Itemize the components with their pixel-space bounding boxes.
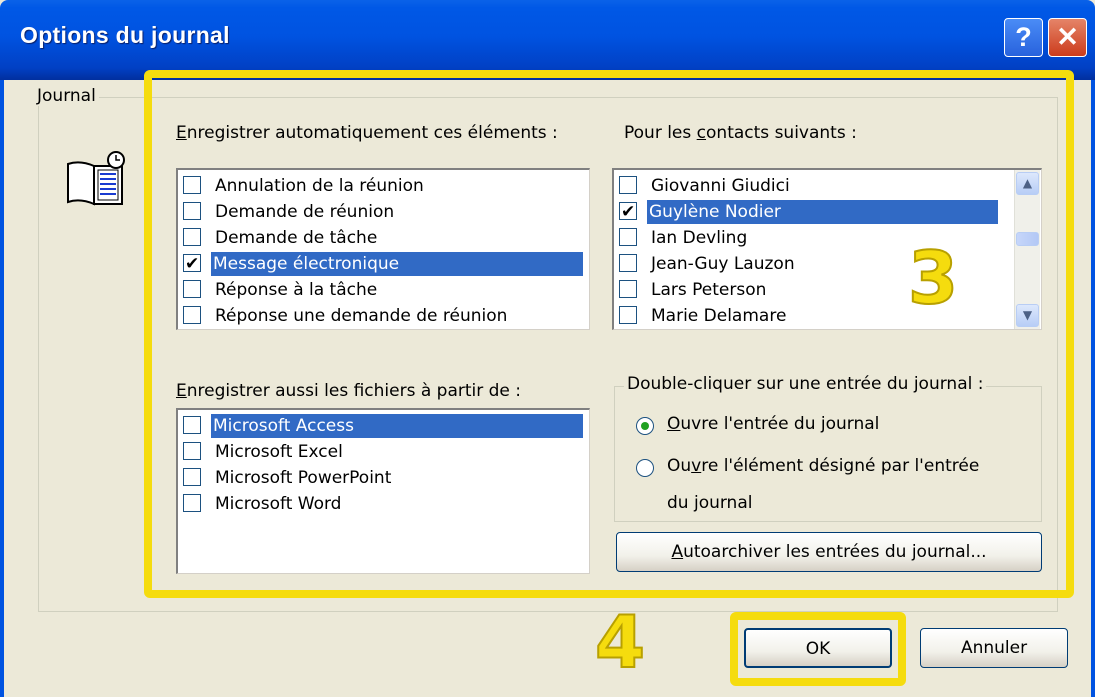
journal-icon xyxy=(67,151,125,206)
close-button[interactable]: ✕ xyxy=(1048,18,1087,57)
highlight-box-step4 xyxy=(730,612,906,686)
cancel-button[interactable]: Annuler xyxy=(920,628,1068,668)
journal-group-legend: Journal xyxy=(34,86,99,106)
title-bar: Options du journal ? ✕ xyxy=(0,0,1095,80)
highlight-box-step3 xyxy=(144,70,1074,598)
step4-number: 4 xyxy=(594,599,646,685)
help-button[interactable]: ? xyxy=(1004,18,1043,57)
window-title: Options du journal xyxy=(20,22,230,48)
step3-number: 3 xyxy=(907,235,959,321)
